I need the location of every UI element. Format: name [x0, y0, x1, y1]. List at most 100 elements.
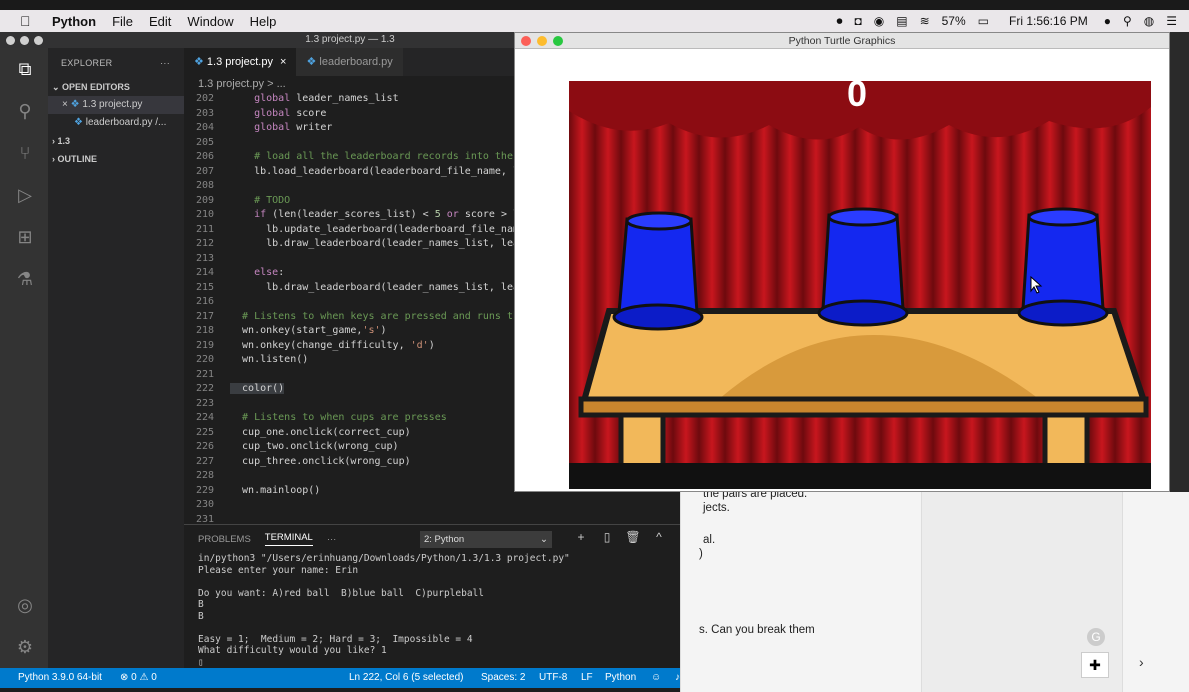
menu-help[interactable]: Help [250, 14, 277, 29]
code-line[interactable]: 211 lb.update_leaderboard(leaderboard_fi… [184, 223, 516, 238]
line-number: 206 [195, 151, 214, 162]
account-icon[interactable]: ◎ [14, 594, 36, 616]
run-debug-icon[interactable]: ▷ [14, 184, 36, 206]
settings-gear-icon[interactable]: ⚙ [14, 636, 36, 658]
code-line[interactable]: 226 cup_two.onclick(wrong_cup) [184, 440, 516, 455]
python-interpreter[interactable]: Python 3.9.0 64-bit [18, 668, 102, 688]
language-mode[interactable]: Python [605, 668, 636, 688]
new-terminal-icon[interactable]: + [568, 530, 594, 544]
cursor-position[interactable]: Ln 222, Col 6 (5 selected) [349, 668, 464, 688]
notification-center-icon[interactable]: ☰ [1166, 14, 1177, 28]
menu-clock[interactable]: Fri 1:56:16 PM [1009, 14, 1088, 28]
close-tab-icon[interactable]: × [280, 56, 286, 68]
feedback-icon[interactable]: ☺ [651, 668, 661, 688]
tab-problems[interactable]: PROBLEMS [198, 534, 251, 545]
code-line[interactable]: 227 cup_three.onclick(wrong_cup) [184, 455, 516, 470]
cup-three[interactable] [1017, 207, 1109, 327]
explorer-icon[interactable]: ⧉ [14, 58, 36, 80]
menu-window[interactable]: Window [187, 14, 233, 29]
code-line[interactable]: 220 wn.listen() [184, 353, 516, 368]
apple-menu-icon[interactable]:  [20, 13, 36, 29]
code-line[interactable]: 221 [184, 368, 516, 383]
cup-one[interactable] [612, 211, 704, 331]
code-line[interactable]: 215 lb.draw_leaderboard(leader_names_lis… [184, 281, 516, 296]
folder-section[interactable]: › 1.3 [48, 132, 184, 150]
explorer-more-icon[interactable]: ··· [160, 48, 170, 78]
code-line[interactable]: 210 if (len(leader_scores_list) < 5 or s… [184, 208, 516, 223]
encoding[interactable]: UTF-8 [539, 668, 567, 688]
line-ending[interactable]: LF [581, 668, 593, 688]
extensions-icon[interactable]: ⊞ [14, 226, 36, 248]
code-editor[interactable]: 202 global leader_names_list 203 global s… [184, 92, 516, 524]
terminal-select[interactable]: 2: Python ⌄ [420, 531, 552, 548]
line-number: 205 [195, 136, 214, 148]
open-editor-item[interactable]: × ❖ 1.3 project.py [48, 96, 184, 114]
spotlight-icon[interactable]: ⚲ [1123, 14, 1132, 28]
outline-section[interactable]: › OUTLINE [48, 150, 184, 168]
code-line[interactable]: 223 [184, 397, 516, 412]
code-line[interactable]: 209 # TODO [184, 194, 516, 209]
record-icon[interactable]: ⏺ [836, 14, 842, 29]
problems-count[interactable]: ⊗ 0 ⚠ 0 [120, 668, 157, 688]
code-line[interactable]: 225 cup_one.onclick(correct_cup) [184, 426, 516, 441]
cup-two[interactable] [817, 207, 909, 327]
siri-icon[interactable]: ◍ [1144, 14, 1154, 28]
source-control-icon[interactable]: ⑂ [14, 142, 36, 164]
user-icon[interactable]: ● [1104, 14, 1111, 28]
code-line[interactable]: 212 lb.draw_leaderboard(leader_names_lis… [184, 237, 516, 252]
code-line[interactable]: 207 lb.load_leaderboard(leaderboard_file… [184, 165, 516, 180]
close-window-button[interactable] [521, 36, 531, 46]
menu-edit[interactable]: Edit [149, 14, 171, 29]
code-line[interactable]: 214 else: [184, 266, 516, 281]
tab-terminal[interactable]: TERMINAL [264, 532, 313, 546]
chevron-right-icon[interactable]: › [1139, 654, 1144, 670]
add-comment-button[interactable]: ✚ [1081, 652, 1109, 678]
menu-file[interactable]: File [112, 14, 133, 29]
code-line[interactable]: 228 [184, 469, 516, 484]
code-line[interactable]: 206 # load all the leaderboard records i… [184, 150, 516, 165]
code-line[interactable]: 230 [184, 498, 516, 513]
open-editor-item[interactable]: ❖ leaderboard.py /... [48, 114, 184, 132]
grammarly-icon[interactable]: G [1087, 628, 1105, 646]
code-line[interactable]: 222 color() [184, 382, 516, 397]
screen-icon[interactable]: ◘ [854, 14, 861, 28]
panel-more-icon[interactable]: ··· [327, 534, 337, 545]
tab-project-py[interactable]: ❖ 1.3 project.py × [184, 48, 297, 76]
code-line[interactable]: 213 [184, 252, 516, 267]
minimize-window-button[interactable] [537, 36, 547, 46]
line-number: 203 [195, 107, 214, 119]
minimize-window-button[interactable] [20, 36, 29, 45]
code-line[interactable]: 216 [184, 295, 516, 310]
battery-percent[interactable]: 57% [942, 14, 966, 28]
testing-icon[interactable]: ⚗ [14, 268, 36, 290]
search-icon[interactable]: ⚲ [14, 100, 36, 122]
terminal-output[interactable]: in/python3 "/Users/erinhuang/Downloads/P… [198, 553, 570, 668]
code-line[interactable]: 203 global score [184, 107, 516, 122]
close-window-button[interactable] [6, 36, 15, 45]
trash-icon[interactable]: 🗑 [620, 530, 646, 544]
close-icon[interactable]: × [62, 99, 68, 110]
app-menu-python[interactable]: Python [52, 14, 96, 29]
code-line[interactable]: 208 [184, 179, 516, 194]
open-editor-filename: leaderboard.py [85, 117, 153, 128]
code-line[interactable]: 231 [184, 513, 516, 525]
open-editors-section[interactable]: ⌄ OPEN EDITORS [48, 78, 184, 96]
indentation[interactable]: Spaces: 2 [481, 668, 525, 688]
code-line[interactable]: 204 global writer [184, 121, 516, 136]
code-line[interactable]: 229 wn.mainloop() [184, 484, 516, 499]
wifi-icon[interactable]: ≋ [920, 14, 930, 28]
zoom-window-button[interactable] [553, 36, 563, 46]
code-line[interactable]: 205 [184, 136, 516, 151]
maximize-panel-icon[interactable]: ^ [646, 530, 672, 544]
tab-leaderboard-py[interactable]: ❖ leaderboard.py [296, 48, 403, 76]
code-line[interactable]: 219 wn.onkey(change_difficulty, 'd') [184, 339, 516, 354]
code-line[interactable]: 224 # Listens to when cups are presses [184, 411, 516, 426]
battery-icon[interactable]: ▭ [978, 14, 989, 28]
zoom-window-button[interactable] [34, 36, 43, 45]
eye-icon[interactable]: ◉ [874, 14, 884, 28]
code-line[interactable]: 217 # Listens to when keys are pressed a… [184, 310, 516, 325]
split-terminal-icon[interactable]: ▯ [594, 530, 620, 544]
code-line[interactable]: 202 global leader_names_list [184, 92, 516, 107]
flag-icon[interactable]: ▤ [896, 14, 907, 28]
code-line[interactable]: 218 wn.onkey(start_game,'s') [184, 324, 516, 339]
